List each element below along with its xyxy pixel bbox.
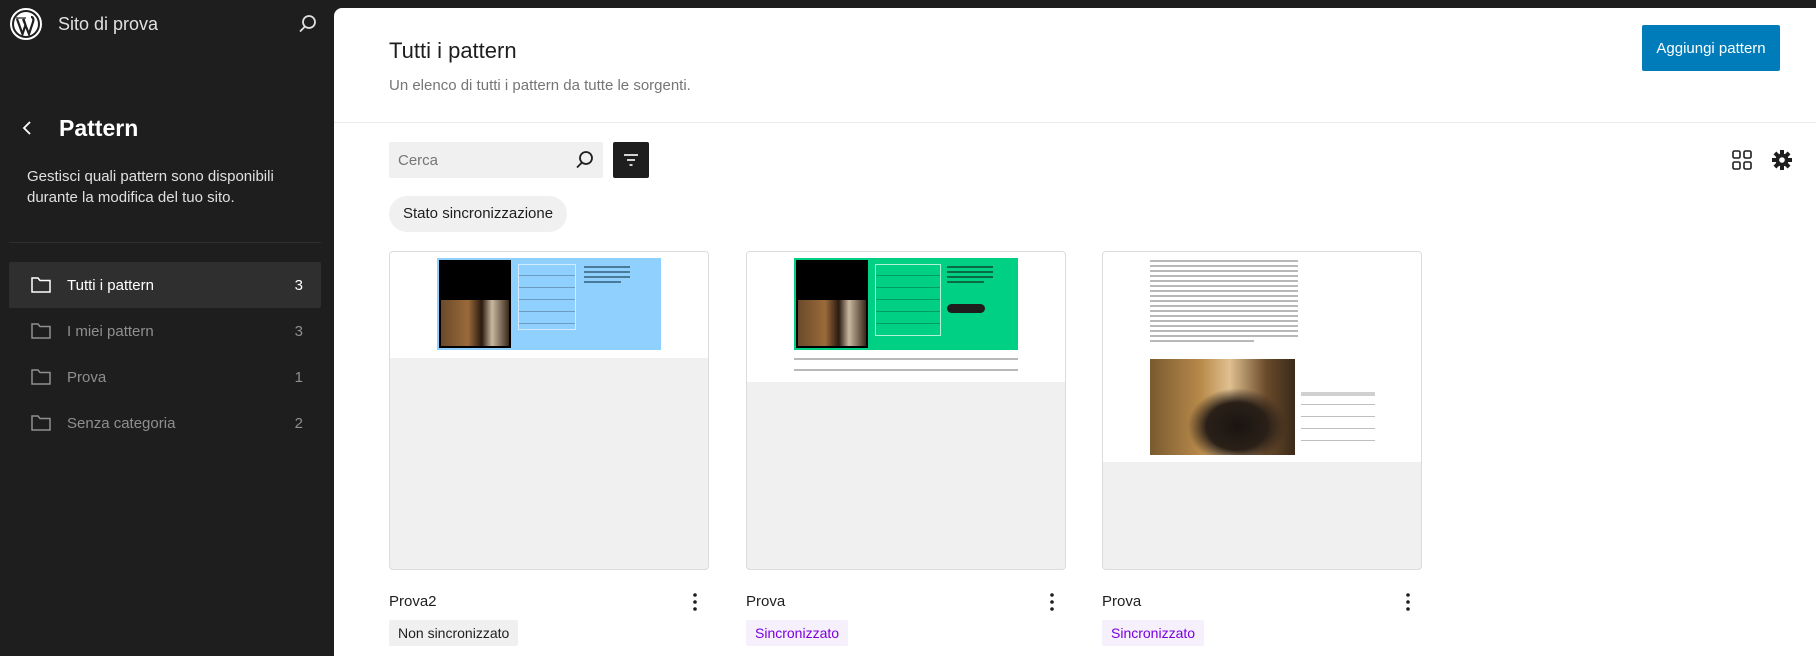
site-hub: Sito di prova [10, 8, 320, 40]
nav-item-label: Prova [67, 368, 107, 386]
pattern-title[interactable]: Prova2 [389, 593, 437, 610]
nav-item-count: 2 [294, 414, 303, 432]
preview-calendar [1301, 386, 1375, 450]
nav-item-label: Tutti i pattern [67, 276, 154, 294]
pattern-card: Prova Sincronizzato [1102, 251, 1422, 646]
nav-divider [9, 242, 321, 243]
more-actions-icon[interactable] [685, 591, 705, 613]
dog-photo [798, 300, 866, 346]
pattern-card: Prova2 Non sincronizzato [389, 251, 709, 646]
search-icon[interactable] [296, 12, 320, 36]
pattern-preview[interactable] [746, 251, 1066, 570]
nav-item-count: 1 [294, 368, 303, 386]
site-title[interactable]: Sito di prova [58, 14, 158, 35]
nav-item-senza-categoria[interactable]: Senza categoria 2 [9, 400, 321, 446]
sync-status-badge: Sincronizzato [746, 620, 849, 646]
nav-item-tutti-i-pattern[interactable]: Tutti i pattern 3 [9, 262, 321, 308]
nav-item-label: I miei pattern [67, 322, 154, 340]
pattern-preview[interactable] [1102, 251, 1422, 570]
gear-icon[interactable] [1768, 146, 1796, 174]
nav-description: Gestisci quali pattern sono disponibili … [27, 168, 274, 206]
sync-status-badge: Non sincronizzato [389, 620, 519, 646]
preview-text-lines [584, 266, 630, 286]
search-input[interactable] [389, 142, 574, 178]
page-header: Tutti i pattern Un elenco di tutti i pat… [334, 8, 1816, 123]
back-arrow-icon[interactable] [16, 116, 40, 140]
grid-view-icon[interactable] [1728, 146, 1756, 174]
preview-content [1103, 252, 1421, 462]
preview-button [947, 304, 985, 313]
preview-calendar [875, 264, 941, 336]
folder-icon [31, 369, 51, 385]
search-box [389, 142, 603, 178]
pattern-card: Prova Sincronizzato [746, 251, 1066, 646]
dog-photo [441, 300, 509, 346]
nav-item-count: 3 [294, 322, 303, 340]
search-icon[interactable] [573, 148, 597, 172]
more-actions-icon[interactable] [1398, 591, 1418, 613]
nav-list: Tutti i pattern 3 I miei pattern 3 Prova… [9, 262, 321, 446]
wordpress-logo-icon[interactable] [10, 8, 42, 40]
pattern-title[interactable]: Prova [1102, 593, 1141, 610]
page-title: Tutti i pattern [389, 38, 517, 63]
sidebar: Sito di prova Pattern Gestisci quali pat… [0, 0, 334, 656]
folder-icon [31, 415, 51, 431]
nav-item-count: 3 [294, 276, 303, 294]
nav-title: Pattern [59, 115, 139, 141]
more-actions-icon[interactable] [1042, 591, 1062, 613]
folder-icon [31, 323, 51, 339]
filter-button[interactable] [613, 142, 649, 178]
page-subtitle: Un elenco di tutti i pattern da tutte le… [389, 77, 691, 94]
nav-item-prova[interactable]: Prova 1 [9, 354, 321, 400]
add-pattern-button[interactable]: Aggiungi pattern [1642, 25, 1780, 71]
filter-icon [624, 154, 638, 166]
nav-item-label: Senza categoria [67, 414, 176, 432]
preview-calendar [518, 264, 576, 330]
dog-photo [1150, 359, 1295, 455]
main-panel: Tutti i pattern Un elenco di tutti i pat… [334, 8, 1816, 656]
pattern-preview[interactable] [389, 251, 709, 570]
preview-content [747, 252, 1065, 382]
folder-icon [31, 277, 51, 293]
preview-text-lines [1150, 260, 1298, 345]
sync-status-badge: Sincronizzato [1102, 620, 1205, 646]
nav-item-i-miei-pattern[interactable]: I miei pattern 3 [9, 308, 321, 354]
pattern-title[interactable]: Prova [746, 593, 785, 610]
preview-text-lines [947, 266, 993, 286]
preview-content [390, 252, 708, 358]
preview-text-lines [794, 358, 1018, 374]
sync-status-filter-chip[interactable]: Stato sincronizzazione [389, 196, 568, 232]
